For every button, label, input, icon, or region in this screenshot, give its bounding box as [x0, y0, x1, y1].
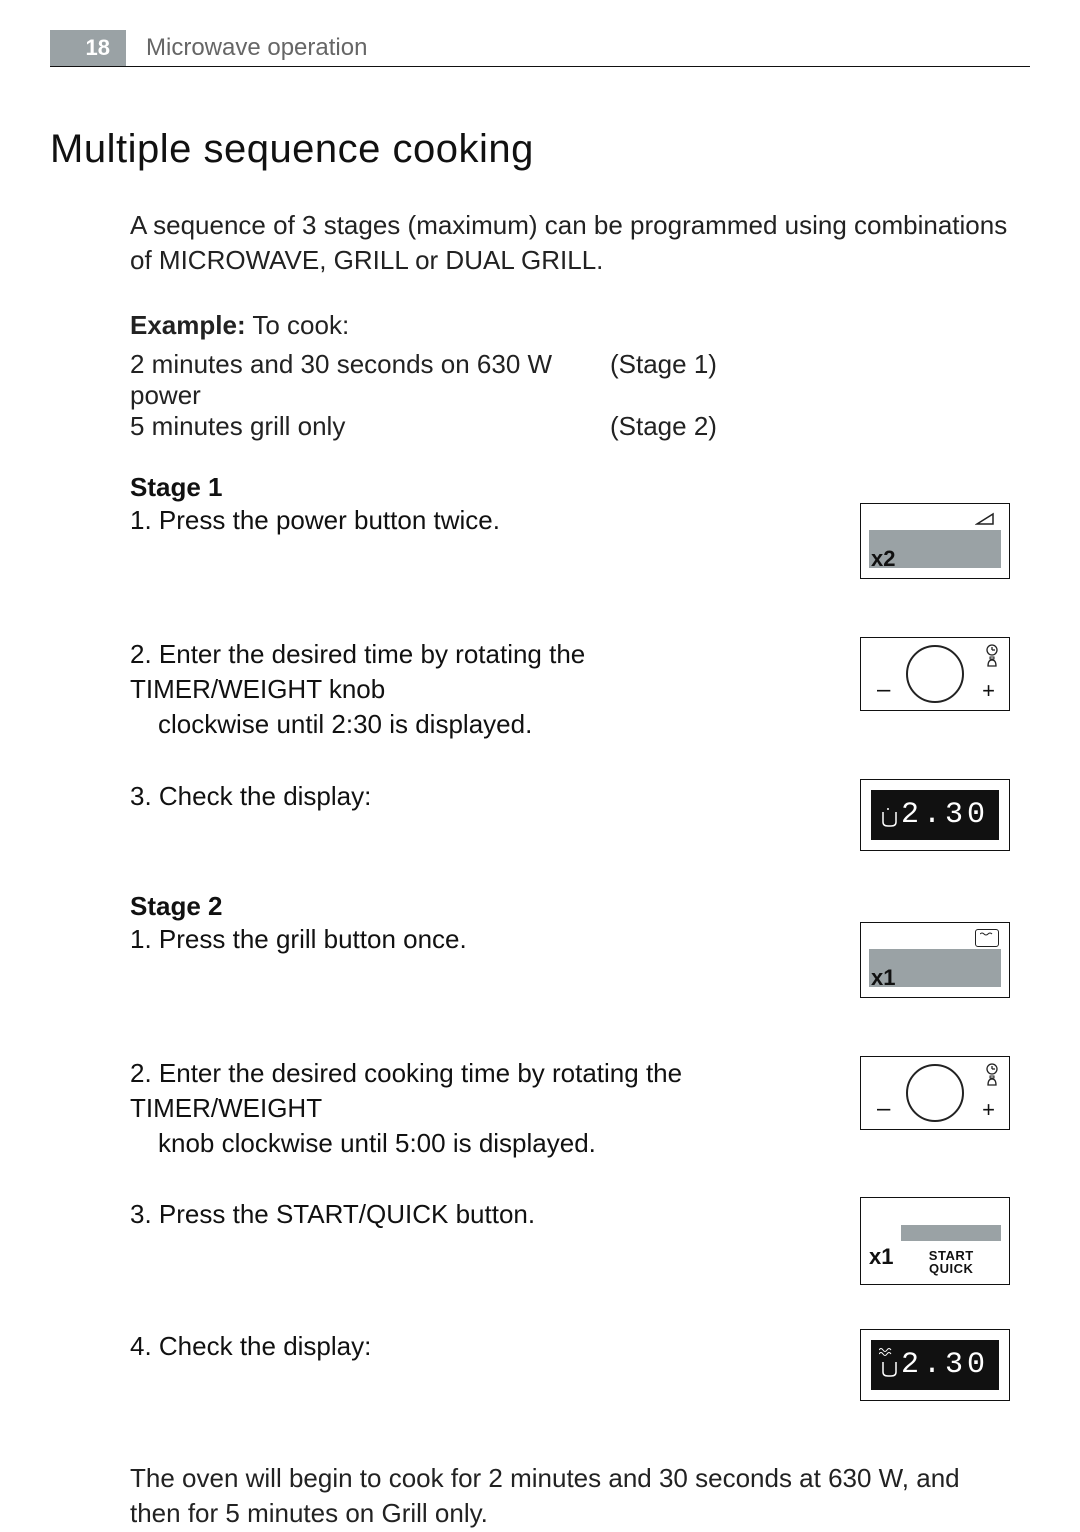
press-count-label: x1 [869, 1244, 893, 1276]
example-line-1: 2 minutes and 30 seconds on 630 W power … [130, 349, 1010, 411]
running-head: Microwave operation [126, 30, 367, 66]
closing-paragraph: The oven will begin to cook for 2 minute… [130, 1461, 1010, 1531]
example-line-2: 5 minutes grill only (Stage 2) [130, 411, 1010, 442]
press-count-label: x1 [871, 965, 895, 991]
page-number: 18 [50, 30, 126, 66]
stage1-step2-text: 2. Enter the desired time by rotating th… [130, 637, 730, 742]
stage2-step3-row: 3. Press the START/QUICK button. x1 STAR… [130, 1197, 1010, 1285]
knob-icon [906, 1064, 964, 1122]
stage2-step3-text: 3. Press the START/QUICK button. [130, 1197, 730, 1232]
display-value: 2.30 [901, 798, 989, 832]
stage2-step1-row: 1. Press the grill button once. x1 [130, 922, 1010, 998]
display-figure-2: 2.30 [860, 1329, 1010, 1401]
stage1-step2-line2: clockwise until 2:30 is displayed. [130, 707, 730, 742]
stage1-step3-row: 3. Check the display: 2.30 [130, 779, 1010, 851]
stage2-heading: Stage 2 [130, 891, 1010, 922]
cup-icon [879, 806, 901, 834]
section-title: Multiple sequence cooking [50, 127, 1030, 172]
plus-icon: + [982, 1097, 995, 1123]
stage1-step1-text: 1. Press the power button twice. [130, 503, 730, 538]
clock-weight-icon [985, 1063, 999, 1091]
minus-icon: – [877, 1095, 890, 1123]
example-line-1-right: (Stage 1) [610, 349, 1010, 411]
power-level-icon [975, 512, 999, 526]
display-screen: 2.30 [871, 790, 999, 840]
button-face [901, 1225, 1001, 1241]
stage2-step2-text: 2. Enter the desired cooking time by rot… [130, 1056, 730, 1161]
timer-knob-figure: – + [860, 637, 1010, 711]
stage1-step3-text: 3. Check the display: [130, 779, 730, 814]
example-block: Example: To cook: [130, 308, 1010, 343]
grill-icon [975, 929, 999, 947]
display-screen: 2.30 [871, 1340, 999, 1390]
display-figure-1: 2.30 [860, 779, 1010, 851]
example-line-1-left: 2 minutes and 30 seconds on 630 W power [130, 349, 610, 411]
page-header: 18 Microwave operation [50, 30, 1030, 67]
stage2-step1-text: 1. Press the grill button once. [130, 922, 730, 957]
start-label: START [901, 1249, 1001, 1263]
cup-icon [879, 1356, 901, 1384]
example-line-2-left: 5 minutes grill only [130, 411, 610, 442]
stage1-step2-line1: 2. Enter the desired time by rotating th… [130, 639, 585, 704]
stage1-step1-row: 1. Press the power button twice. x2 [130, 503, 1010, 579]
clock-weight-icon [985, 644, 999, 672]
intro-paragraph: A sequence of 3 stages (maximum) can be … [130, 208, 1010, 278]
example-label: Example: [130, 310, 246, 340]
minus-icon: – [877, 676, 890, 704]
press-count-label: x2 [871, 546, 895, 572]
stage2-step2-line2: knob clockwise until 5:00 is displayed. [130, 1126, 730, 1161]
knob-icon [906, 645, 964, 703]
stage2-step4-row: 4. Check the display: 2.30 [130, 1329, 1010, 1401]
plus-icon: + [982, 678, 995, 704]
power-button-figure: x2 [860, 503, 1010, 579]
timer-knob-figure-2: – + [860, 1056, 1010, 1130]
start-quick-button: START QUICK [901, 1225, 1001, 1276]
display-value: 2.30 [901, 1348, 989, 1382]
stage1-step2-row: 2. Enter the desired time by rotating th… [130, 637, 1010, 742]
body: A sequence of 3 stages (maximum) can be … [130, 208, 1010, 1531]
example-line-2-right: (Stage 2) [610, 411, 1010, 442]
grill-button-figure: x1 [860, 922, 1010, 998]
page: 18 Microwave operation Multiple sequence… [0, 0, 1080, 1532]
stage2-step4-text: 4. Check the display: [130, 1329, 730, 1364]
example-lead: To cook: [246, 310, 350, 340]
stage2-step2-row: 2. Enter the desired cooking time by rot… [130, 1056, 1010, 1161]
stage1-heading: Stage 1 [130, 472, 1010, 503]
stage2-step2-line1: 2. Enter the desired cooking time by rot… [130, 1058, 682, 1123]
start-quick-figure: x1 START QUICK [860, 1197, 1010, 1285]
quick-label: QUICK [901, 1262, 1001, 1276]
